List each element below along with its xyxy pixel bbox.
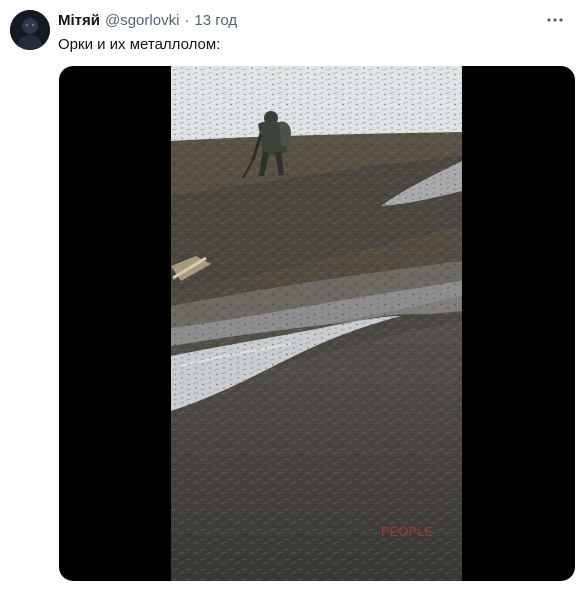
display-name[interactable]: Мітяй (58, 12, 100, 29)
tweet-header: Мітяй @sgorlovki · 13 год (58, 12, 541, 32)
tweet-card[interactable]: Мітяй @sgorlovki · 13 год Орки и их мета… (0, 0, 581, 590)
avatar[interactable] (10, 10, 50, 50)
more-options-button[interactable] (545, 10, 565, 30)
separator-dot: · (184, 12, 190, 29)
video-still-muddy-field: PEOPLE (171, 66, 462, 581)
user-handle[interactable]: @sgorlovki (105, 12, 179, 29)
timestamp[interactable]: 13 год (194, 12, 237, 29)
watermark-logo: PEOPLE (381, 524, 433, 539)
video-frame: PEOPLE (171, 66, 462, 581)
video-player[interactable]: PEOPLE (59, 66, 575, 581)
avatar-image (10, 10, 50, 50)
tweet-text: Орки и их металлолом: (58, 36, 221, 53)
more-horizontal-icon (547, 18, 563, 22)
